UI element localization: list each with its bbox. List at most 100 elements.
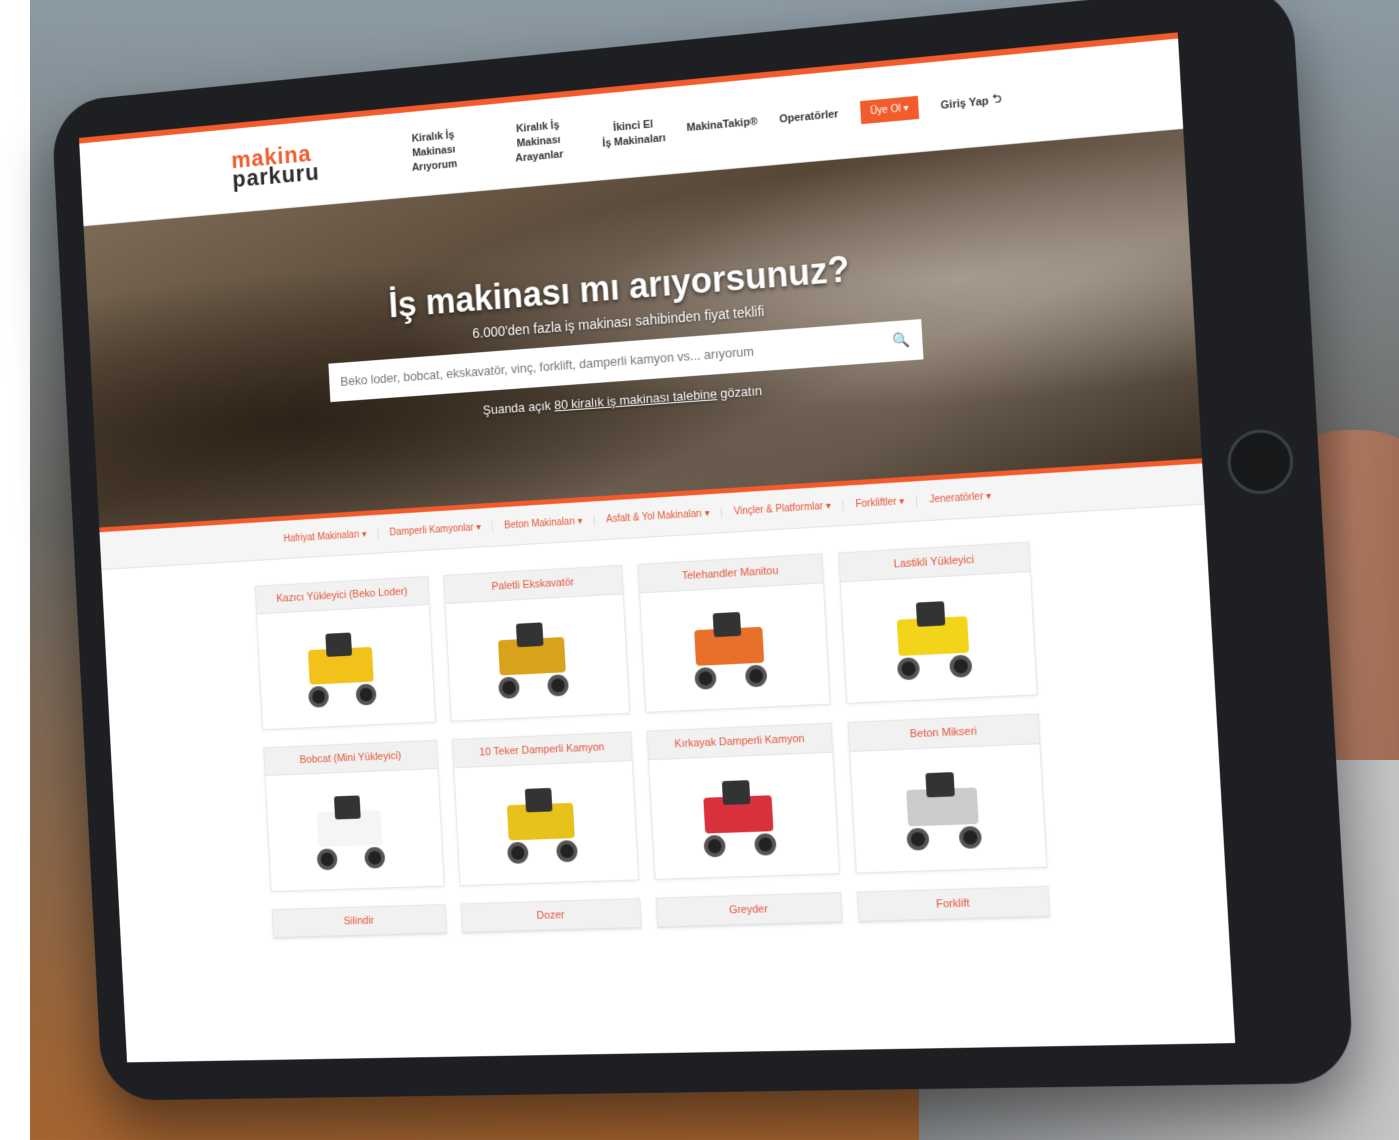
machine-cab xyxy=(325,632,353,657)
machine-illustration xyxy=(289,626,403,709)
product-image xyxy=(649,753,839,879)
hero-note: Şuanda açık 80 kiralık iş makinası taleb… xyxy=(482,383,762,417)
background-left xyxy=(0,0,30,1140)
category-label: Hafriyat Makinaları xyxy=(283,529,360,545)
product-card[interactable]: Forklift xyxy=(856,885,1051,923)
category-tab[interactable]: Beton Makinaları ▾ xyxy=(492,515,596,533)
category-label: Beton Makinaları xyxy=(504,516,576,532)
nav-item-second-hand[interactable]: İkinci El İş Makinaları xyxy=(601,116,666,151)
product-image xyxy=(266,769,444,891)
member-button-label: Üye Ol xyxy=(869,103,901,118)
machine-wheel xyxy=(506,841,529,864)
machine-cab xyxy=(333,795,361,820)
category-tab[interactable]: Hafriyat Makinaları ▾ xyxy=(272,528,379,546)
product-image xyxy=(257,605,435,729)
login-link[interactable]: Giriş Yap ⮌ xyxy=(940,90,1002,115)
machine-wheel xyxy=(308,685,330,708)
nav-item-rent-search[interactable]: Kiralık İş Makinası Arıyorum xyxy=(391,126,477,177)
product-card[interactable]: Paletli Ekskavatör xyxy=(443,564,631,722)
machine-wheel xyxy=(754,833,777,856)
machine-illustration xyxy=(297,790,411,871)
machine-wheel xyxy=(694,666,717,690)
login-icon: ⮌ xyxy=(992,93,1002,107)
logo-line-2: parkuru xyxy=(231,158,321,193)
machine-wheel xyxy=(547,674,570,697)
hero-note-prefix: Şuanda açık xyxy=(482,397,552,417)
product-image xyxy=(640,583,830,711)
member-button[interactable]: Üye Ol ▾ xyxy=(859,95,920,125)
machine-cab xyxy=(524,787,553,813)
nav-item-label: MakinaTakip® xyxy=(686,115,759,135)
machine-wheel xyxy=(498,676,520,699)
machine-wheel xyxy=(958,825,983,849)
machine-cab xyxy=(925,772,955,798)
machine-wheel xyxy=(316,848,338,871)
login-label: Giriş Yap xyxy=(940,94,989,112)
machine-wheel xyxy=(896,657,921,681)
product-image xyxy=(841,572,1037,703)
product-card-title: Dozer xyxy=(461,899,641,933)
nav-item-operators[interactable]: Operatörler xyxy=(779,107,839,127)
chevron-down-icon: ▾ xyxy=(899,496,905,508)
machine-wheel xyxy=(949,654,973,678)
machine-wheel xyxy=(703,834,726,858)
chevron-down-icon: ▾ xyxy=(704,508,710,520)
logo[interactable]: makina parkuru xyxy=(231,140,321,193)
machine-wheel xyxy=(355,683,377,706)
tablet: makina parkuru Kiralık İş Makinası Arıyo… xyxy=(50,0,1355,1101)
product-card[interactable]: Beton Mikseri xyxy=(847,713,1048,874)
search-box: 🔍 xyxy=(328,318,924,402)
product-card[interactable]: Kırkayak Damperli Kamyon xyxy=(646,722,841,880)
category-label: Vinçler & Platformlar xyxy=(733,501,824,518)
category-tab[interactable]: Damperli Kamyonlar ▾ xyxy=(378,521,494,540)
product-card-title: Greyder xyxy=(656,893,842,928)
nav-item-makinatakip[interactable]: MakinaTakip® xyxy=(686,115,758,136)
home-button[interactable] xyxy=(1225,427,1296,496)
machine-illustration xyxy=(674,605,795,690)
category-label: Jeneratörler xyxy=(929,491,984,506)
requests-link[interactable]: 80 kiralık iş makinası talebine xyxy=(554,386,718,412)
machine-cab xyxy=(712,611,742,638)
chevron-down-icon: ▾ xyxy=(577,515,583,527)
machine-cab xyxy=(915,601,946,627)
product-card-title: Forklift xyxy=(857,886,1050,922)
product-image xyxy=(446,594,630,720)
product-card[interactable]: Bobcat (Mini Yükleyici) xyxy=(263,739,445,892)
machine-illustration xyxy=(885,766,1010,851)
machine-wheel xyxy=(744,664,768,688)
machine-wheel xyxy=(555,840,578,863)
machine-illustration xyxy=(487,782,605,865)
product-card[interactable]: Greyder xyxy=(655,892,843,929)
product-card-title: Silindir xyxy=(272,904,447,938)
machine-wheel xyxy=(364,846,386,869)
machine-cab xyxy=(515,622,544,648)
nav-item-label: Operatörler xyxy=(779,108,839,126)
machine-cab xyxy=(721,780,751,806)
machine-illustration xyxy=(478,616,595,700)
product-image xyxy=(454,761,638,885)
category-tab[interactable]: Forkliftler ▾ xyxy=(843,495,918,511)
category-tab[interactable]: Jeneratörler ▾ xyxy=(917,490,1004,506)
product-card[interactable]: Dozer xyxy=(460,898,642,934)
hero-note-suffix: gözatın xyxy=(720,382,763,401)
product-image xyxy=(850,744,1046,872)
chevron-down-icon: ▾ xyxy=(903,102,909,115)
category-tab[interactable]: Vinçler & Platformlar ▾ xyxy=(721,499,844,519)
product-grid: Kazıcı Yükleyici (Beko Loder) Paletli Eks… xyxy=(101,504,1230,968)
chevron-down-icon: ▾ xyxy=(361,529,367,541)
machine-illustration xyxy=(683,774,804,858)
category-tab[interactable]: Asfalt & Yol Makinaları ▾ xyxy=(594,507,723,526)
chevron-down-icon: ▾ xyxy=(985,490,992,503)
category-label: Asfalt & Yol Makinaları xyxy=(606,508,703,526)
search-input[interactable] xyxy=(339,333,894,389)
product-card[interactable]: Silindir xyxy=(271,903,448,939)
chevron-down-icon: ▾ xyxy=(825,500,832,512)
nav-item-rent-requests[interactable]: Kiralık İş Makinası Arayanlar xyxy=(495,116,582,168)
product-card[interactable]: 10 Teker Damperli Kamyon xyxy=(451,731,640,887)
category-label: Forkliftler xyxy=(855,496,897,511)
category-label: Damperli Kamyonlar xyxy=(389,522,474,539)
product-card[interactable]: Lastikli Yükleyici xyxy=(838,541,1038,704)
product-card[interactable]: Telehandler Manitou xyxy=(637,553,831,713)
search-icon[interactable]: 🔍 xyxy=(892,331,910,349)
product-card[interactable]: Kazıcı Yükleyici (Beko Loder) xyxy=(254,575,437,731)
